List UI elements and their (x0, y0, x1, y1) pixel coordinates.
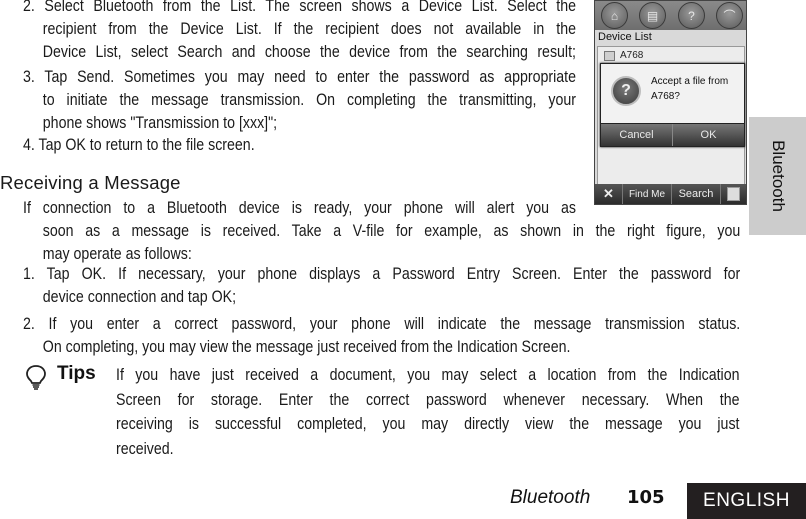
text-line: Device List, select Search and choose th… (42, 43, 576, 61)
text-line: 2. Select Bluetooth from the List. The s… (23, 0, 576, 15)
device-icon (604, 50, 615, 61)
home-icon[interactable]: ⌂ (601, 2, 628, 29)
menu-icon[interactable] (721, 184, 746, 204)
cancel-button[interactable]: Cancel (601, 124, 673, 146)
close-icon[interactable]: ✕ (595, 184, 623, 204)
side-tab: Bluetooth (749, 117, 806, 235)
receiving-step-1: 1. Tap OK. If necessary, your phone disp… (23, 263, 740, 309)
text-line: received. (116, 439, 174, 458)
accept-file-dialog: ? Accept a file from A768? Cancel OK (600, 63, 745, 147)
tips-label: Tips (57, 363, 96, 384)
device-list-item[interactable]: A768 (604, 50, 643, 61)
device-name: A768 (620, 50, 644, 61)
text-line: On completing, you may view the message … (42, 338, 571, 356)
dialog-message: Accept a file from A768? (651, 76, 729, 102)
contacts-icon[interactable]: ▤ (639, 2, 666, 29)
phone-screenshot: ⌂ ▤ ? ⌒ Device List A768 ? Accept a file… (594, 0, 747, 205)
page-number: 105 (627, 487, 665, 508)
footer-section-name: Bluetooth (510, 487, 591, 508)
text-line: soon as a message is received. Take a V-… (42, 222, 741, 240)
text-line: If you have just received a document, yo… (116, 366, 740, 384)
text-line: 3. Tap Send. Sometimes you may need to e… (23, 68, 576, 86)
find-me-button[interactable]: Find Me (623, 184, 672, 204)
ok-button[interactable]: OK (673, 124, 744, 146)
text-line: 2. If you enter a correct password, your… (23, 315, 741, 333)
help-icon[interactable]: ? (678, 2, 705, 29)
text-line: If connection to a Bluetooth device is r… (23, 199, 576, 217)
question-icon: ? (611, 76, 641, 106)
search-button[interactable]: Search (672, 184, 721, 204)
text-line: 4. Tap OK to return to the file screen. (23, 136, 255, 154)
sending-step-4: 4. Tap OK to return to the file screen. (23, 134, 576, 157)
hangup-icon[interactable]: ⌒ (716, 2, 743, 29)
tips-text: If you have just received a document, yo… (116, 363, 740, 461)
text-line: to initiate the message transmission. On… (42, 91, 576, 109)
sending-step-2: 2. Select Bluetooth from the List. The s… (23, 0, 576, 64)
section-heading: Receiving a Message (0, 172, 181, 193)
language-badge: ENGLISH (687, 483, 806, 519)
text-line: device connection and tap OK; (42, 288, 237, 306)
phone-top-bar: ⌂ ▤ ? ⌒ (595, 1, 746, 30)
receiving-step-2: 2. If you enter a correct password, your… (23, 313, 740, 359)
receiving-intro: If connection to a Bluetooth device is r… (23, 197, 740, 266)
device-list-title: Device List (598, 31, 652, 43)
text-line: receiving is successful completed, you m… (116, 415, 740, 433)
text-line: phone shows "Transmission to [xxx]"; (42, 114, 278, 132)
dialog-buttons: Cancel OK (601, 123, 744, 146)
text-line: Screen for storage. Enter the correct pa… (116, 390, 740, 409)
phone-bottom-bar: ✕ Find Me Search (595, 184, 746, 204)
side-tab-label: Bluetooth (768, 140, 788, 212)
lightbulb-icon (25, 364, 47, 390)
text-line: 1. Tap OK. If necessary, your phone disp… (23, 265, 741, 283)
text-line: recipient from the Device List. If the r… (42, 20, 576, 38)
sending-step-3: 3. Tap Send. Sometimes you may need to e… (23, 66, 576, 135)
